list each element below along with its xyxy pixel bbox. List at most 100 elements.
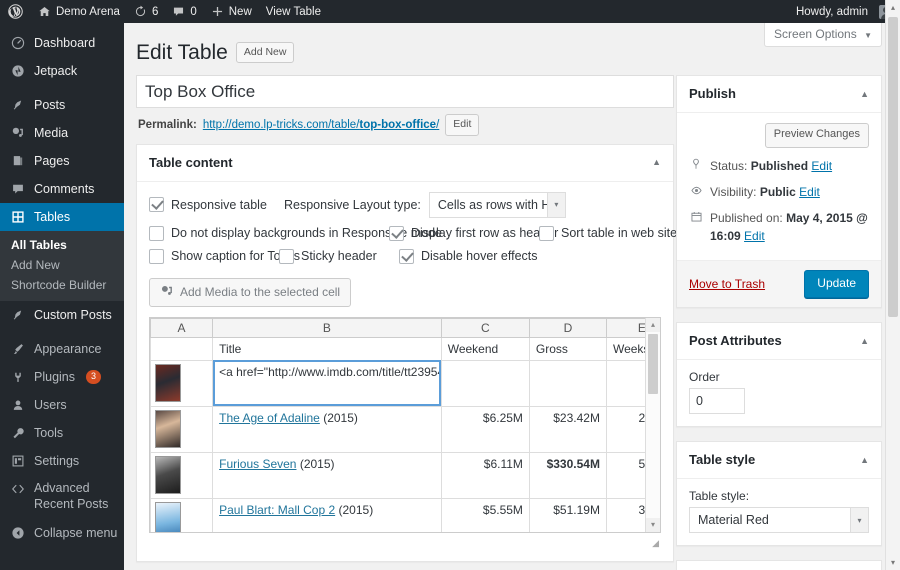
add-media-label: Add Media to the selected cell (180, 285, 341, 300)
column-letter-c[interactable]: C (440, 317, 530, 338)
header-cell[interactable]: Weekend (440, 336, 530, 361)
sidebar-item-custom-posts[interactable]: Custom Posts (0, 301, 124, 329)
title-cell-selected[interactable]: <a href="http://www.imdb.com/title/tt239… (212, 359, 442, 407)
sidebar-item-plugins[interactable]: Plugins 3 (0, 363, 124, 391)
add-media-button[interactable]: Add Media to the selected cell (149, 277, 352, 307)
add-new-button[interactable]: Add New (235, 41, 295, 64)
title-cell[interactable]: Furious Seven (2015) (212, 451, 442, 499)
gross-cell[interactable]: $23.42M (528, 405, 607, 453)
post-title-input[interactable] (136, 75, 674, 108)
move-to-trash-link[interactable]: Move to Trash (689, 277, 765, 291)
table-style-select[interactable]: Material Red ▾ (689, 507, 869, 534)
title-cell[interactable]: Paul Blart: Mall Cop 2 (2015) (212, 497, 442, 532)
layout-type-select[interactable]: Cells as rows with Headers ▾ (428, 191, 566, 218)
no-backgrounds-checkbox[interactable]: Do not display backgrounds in Responsive… (149, 225, 442, 241)
table-content-heading[interactable]: Table content ▲ (137, 145, 673, 182)
weekend-cell[interactable]: $6.25M (440, 405, 530, 453)
collapse-menu-button[interactable]: Collapse menu (0, 519, 124, 547)
pin-icon (9, 98, 26, 112)
sidebar-item-settings[interactable]: Settings (0, 447, 124, 475)
post-attributes-heading[interactable]: Post Attributes ▲ (677, 323, 881, 361)
show-caption-totals-checkbox[interactable]: Show caption for Totals (149, 248, 300, 264)
visibility-edit-link[interactable]: Edit (799, 185, 820, 199)
sidebar-item-comments[interactable]: Comments (0, 175, 124, 203)
page-scrollbar[interactable]: ▴ ▾ (885, 0, 900, 570)
title-link[interactable]: The Age of Adaline (219, 411, 320, 425)
sidebar-item-advanced-recent-posts[interactable]: Advanced Recent Posts (0, 481, 124, 511)
status-edit-link[interactable]: Edit (811, 159, 832, 173)
resize-handle-icon[interactable]: ◢ (649, 538, 659, 548)
scroll-down-button[interactable]: ▾ (646, 517, 660, 532)
column-letter-a[interactable]: A (150, 317, 214, 338)
responsive-table-checkbox[interactable]: Responsive table (149, 197, 284, 213)
title-cell[interactable]: The Age of Adaline (2015) (212, 405, 442, 453)
comments-button[interactable]: 0 (165, 0, 203, 23)
sticky-header-checkbox[interactable]: Sticky header (279, 248, 399, 264)
wordpress-logo-button[interactable] (0, 0, 31, 23)
publish-heading[interactable]: Publish ▲ (677, 76, 881, 114)
spreadsheet[interactable]: A B C D E F Title Weekend (149, 316, 661, 533)
option-label: Sort table in web site (561, 226, 678, 241)
page-scroll-down-button[interactable]: ▾ (886, 555, 900, 570)
submenu-item-all-tables[interactable]: All Tables (0, 235, 124, 255)
chevron-up-icon[interactable]: ▲ (652, 156, 661, 169)
title-link[interactable]: Paul Blart: Mall Cop 2 (219, 503, 335, 517)
updates-button[interactable]: 6 (127, 0, 165, 23)
column-letter-d[interactable]: D (528, 317, 607, 338)
my-account-button[interactable]: Howdy, admin (789, 0, 900, 23)
spreadsheet-vertical-scrollbar[interactable]: ▴ ▾ (645, 317, 660, 532)
page-scrollbar-thumb[interactable] (888, 17, 898, 317)
submenu-item-add-new[interactable]: Add New (0, 255, 124, 275)
permalink-slug: top-box-office (359, 118, 437, 131)
poster-cell[interactable] (150, 359, 214, 407)
sort-table-checkbox[interactable]: Sort table in web site (539, 225, 678, 241)
header-cell[interactable] (150, 336, 214, 361)
order-input[interactable] (689, 388, 745, 415)
sidebar-item-pages[interactable]: Pages (0, 147, 124, 175)
chevron-up-icon[interactable]: ▲ (860, 88, 869, 101)
sidebar-item-dashboard[interactable]: Dashboard (0, 29, 124, 57)
gross-cell[interactable]: $330.54M (528, 451, 607, 499)
header-cell[interactable]: Gross (528, 336, 607, 361)
permalink-link[interactable]: http://demo.lp-tricks.com/table/top-box-… (203, 119, 439, 131)
wrench-icon (9, 426, 26, 440)
title-link[interactable]: Furious Seven (219, 457, 296, 471)
column-letter-b[interactable]: B (212, 317, 442, 338)
site-name-button[interactable]: Demo Arena (31, 0, 127, 23)
poster-cell[interactable] (150, 497, 214, 532)
page-scroll-up-button[interactable]: ▴ (886, 0, 900, 15)
disable-hover-checkbox[interactable]: Disable hover effects (399, 248, 538, 264)
gross-cell[interactable]: $51.19M (528, 497, 607, 532)
sidebar-item-users[interactable]: Users (0, 391, 124, 419)
sidebar-item-tables[interactable]: Tables (0, 203, 132, 231)
chevron-up-icon[interactable]: ▲ (860, 335, 869, 348)
edit-permalink-button[interactable]: Edit (445, 114, 480, 136)
sidebar-item-jetpack[interactable]: Jetpack (0, 57, 124, 85)
first-row-header-checkbox[interactable]: Display first row as header (389, 225, 558, 241)
table-style-heading[interactable]: Table style ▲ (677, 442, 881, 480)
poster-cell[interactable] (150, 405, 214, 453)
sidebar-item-appearance[interactable]: Appearance (0, 335, 124, 363)
media-icon (160, 284, 174, 301)
view-table-button[interactable]: View Table (259, 0, 328, 23)
scrollbar-thumb[interactable] (648, 333, 658, 394)
sidebar-item-tools[interactable]: Tools (0, 419, 124, 447)
gross-cell[interactable] (528, 359, 607, 407)
sidebar-item-media[interactable]: Media (0, 119, 124, 147)
published-on-edit-link[interactable]: Edit (744, 229, 765, 243)
chevron-up-icon[interactable]: ▲ (860, 454, 869, 467)
sidebar-item-posts[interactable]: Posts (0, 91, 124, 119)
header-cell[interactable]: Title (212, 336, 442, 361)
preview-changes-button[interactable]: Preview Changes (764, 123, 869, 148)
new-content-button[interactable]: New (204, 0, 259, 23)
update-button[interactable]: Update (804, 270, 869, 298)
weekend-cell[interactable] (440, 359, 530, 407)
updates-icon (134, 5, 147, 18)
screen-options-tab[interactable]: Screen Options ▼ (764, 23, 882, 47)
weekend-cell[interactable]: $6.11M (440, 451, 530, 499)
submenu-item-shortcode-builder[interactable]: Shortcode Builder (0, 275, 124, 295)
weekend-cell[interactable]: $5.55M (440, 497, 530, 532)
poster-cell[interactable] (150, 451, 214, 499)
scroll-up-button[interactable]: ▴ (646, 317, 660, 332)
table-shortcode-heading[interactable]: Table shortcode ▲ (677, 561, 881, 570)
